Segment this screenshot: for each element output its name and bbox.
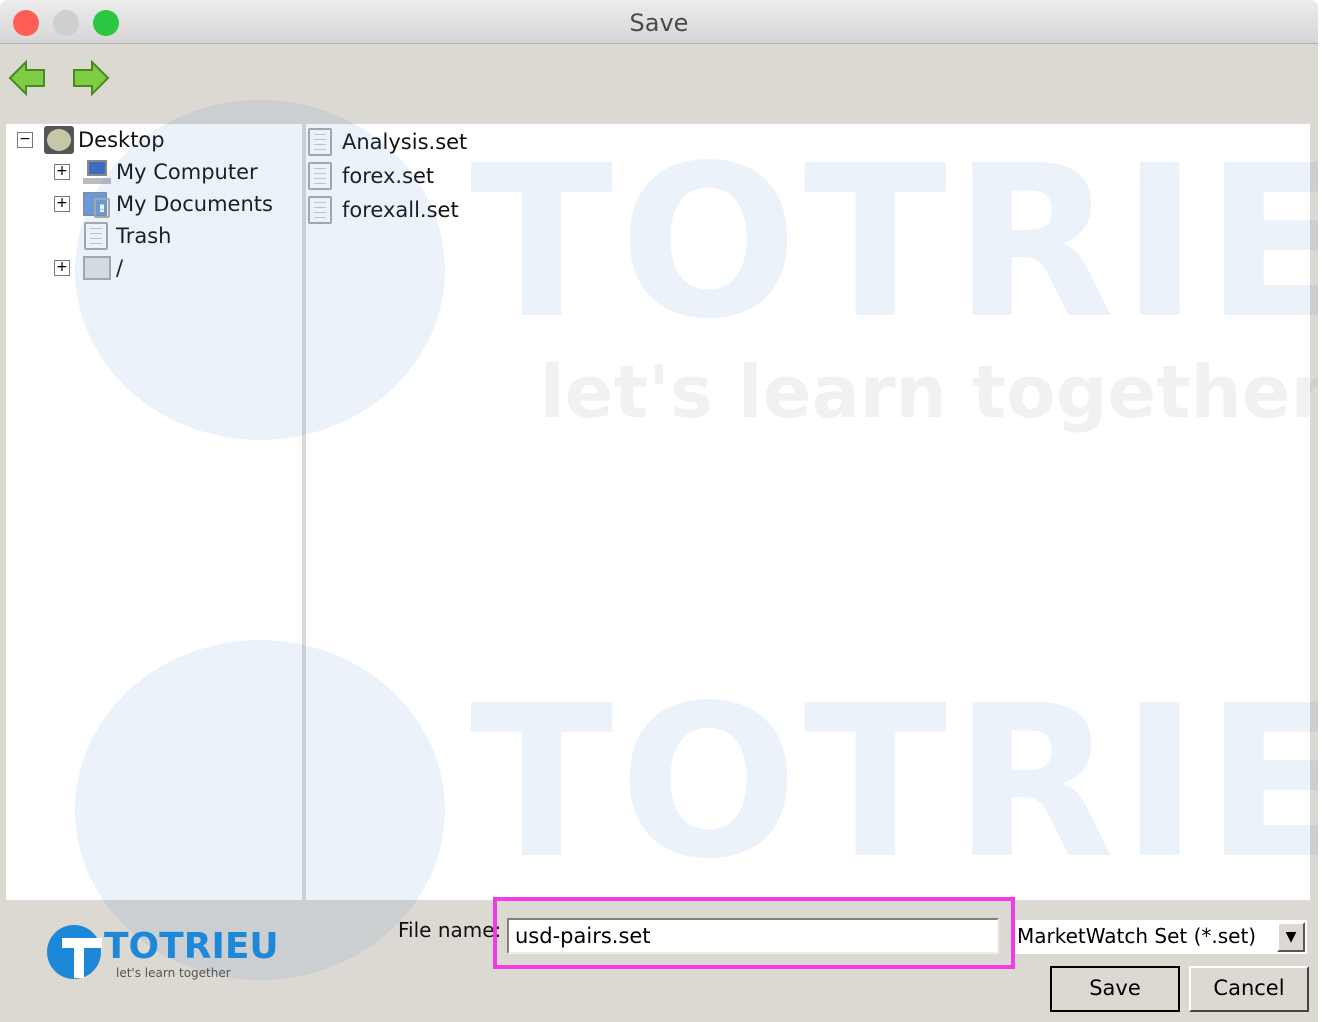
tree-item-label: My Computer [116,160,258,184]
tree-item-desktop[interactable]: Desktop [44,125,165,155]
file-item[interactable]: forexall.set [308,195,459,225]
forward-arrow-icon[interactable] [70,58,110,98]
expand-toggle[interactable]: + [54,196,70,212]
file-name-input[interactable] [507,918,999,954]
title-bar: Save [0,0,1318,44]
tree-item-my-computer[interactable]: My Computer [82,157,258,187]
toolbar [0,46,1318,120]
tree-item-root[interactable]: / [82,253,123,283]
logo-brand: TOTRIEU [104,926,279,967]
desktop-icon [44,126,74,154]
logo-mark-icon [47,925,102,979]
save-dialog: Save − Desktop + My Computer + My Docume… [0,0,1318,1022]
tree-item-my-documents[interactable]: My Documents [82,189,273,219]
back-arrow-icon[interactable] [8,58,48,98]
documents-folder-icon [82,190,112,218]
tree-item-label: Trash [116,224,172,248]
file-icon [308,196,338,224]
trash-icon [82,222,112,250]
logo-tagline: let's learn together [116,966,231,980]
file-icon [308,162,338,190]
file-type-select[interactable]: MarketWatch Set (*.set) ▼ [1015,920,1307,954]
tree-item-label: My Documents [116,192,273,216]
file-list[interactable]: Analysis.set forex.set forexall.set [306,124,1310,900]
computer-icon [82,158,112,186]
file-item[interactable]: Analysis.set [308,127,467,157]
totrieu-logo: TOTRIEU let's learn together [44,918,279,984]
window-title: Save [629,9,689,37]
tree-item-trash[interactable]: Trash [82,221,172,251]
file-name: forexall.set [342,198,459,222]
cancel-button[interactable]: Cancel [1189,966,1309,1012]
tree-item-label: Desktop [78,128,165,152]
save-button[interactable]: Save [1050,966,1180,1012]
folder-tree[interactable]: − Desktop + My Computer + My Documents T… [6,124,302,900]
file-item[interactable]: forex.set [308,161,434,191]
expand-toggle[interactable]: + [54,260,70,276]
tree-item-label: / [116,256,124,280]
collapse-toggle[interactable]: − [17,132,33,148]
file-type-value: MarketWatch Set (*.set) [1017,924,1257,948]
expand-toggle[interactable]: + [54,164,70,180]
file-name-label: File name: [398,918,502,942]
file-name: Analysis.set [342,130,468,154]
file-name: forex.set [342,164,435,188]
file-icon [308,128,338,156]
dropdown-arrow-icon[interactable]: ▼ [1277,922,1305,952]
drive-icon [82,254,112,282]
